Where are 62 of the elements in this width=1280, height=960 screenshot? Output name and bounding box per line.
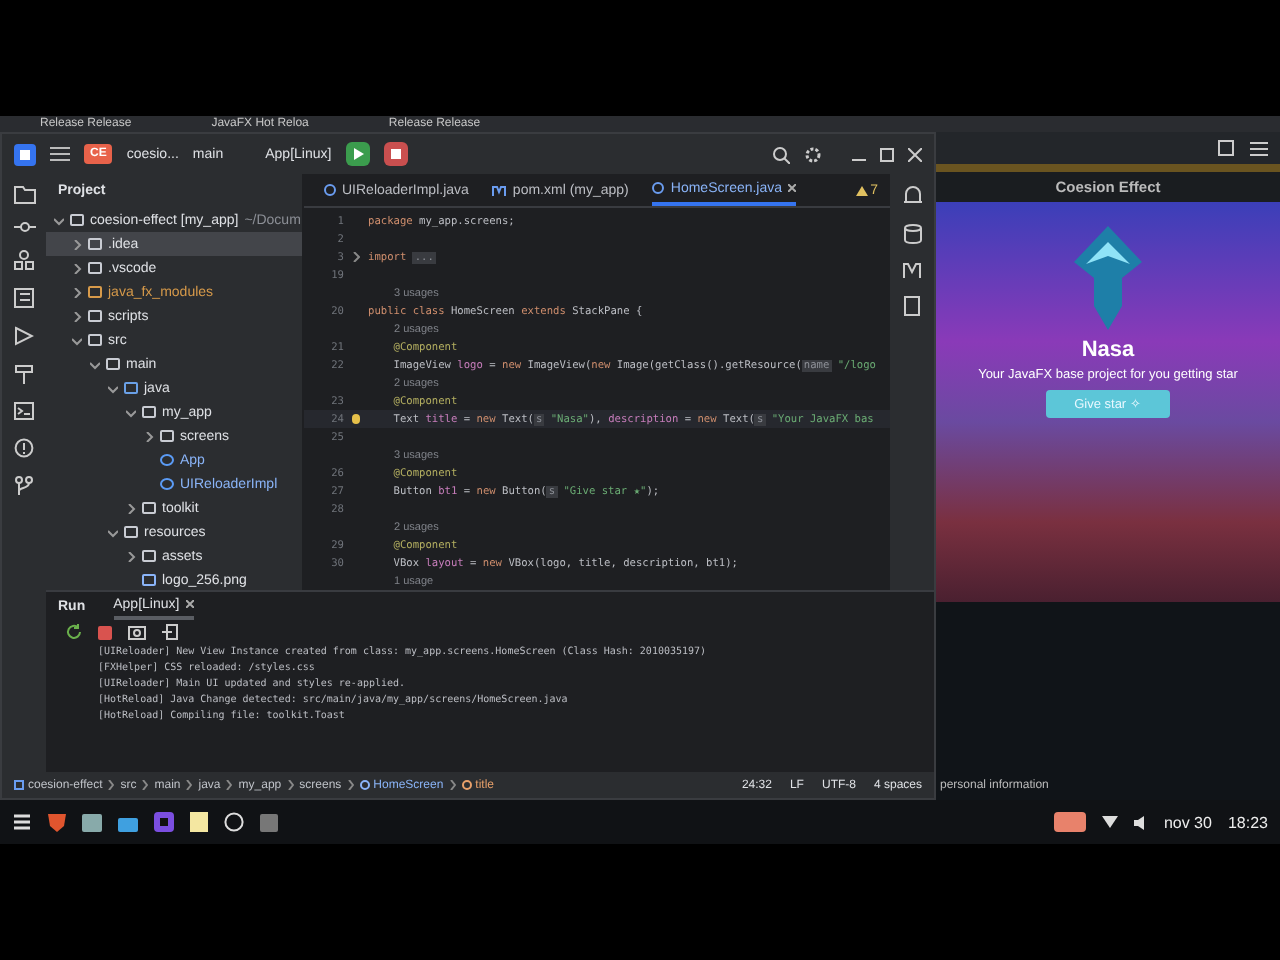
- lightbulb-icon[interactable]: [352, 414, 360, 424]
- maximize-icon[interactable]: [880, 147, 894, 161]
- chevron-icon: [108, 780, 115, 790]
- maven-file-icon: [492, 185, 507, 195]
- terminal-icon[interactable]: [14, 402, 34, 420]
- database-icon[interactable]: [903, 224, 921, 244]
- chevron-icon[interactable]: [54, 215, 64, 225]
- chevron-icon[interactable]: [72, 287, 82, 297]
- chevron-icon[interactable]: [108, 383, 118, 393]
- chevron-icon[interactable]: [72, 263, 82, 273]
- chevron-icon[interactable]: [144, 431, 154, 441]
- chevron-icon[interactable]: [126, 503, 136, 513]
- bell-icon[interactable]: [903, 186, 921, 206]
- run-icon[interactable]: [14, 326, 34, 346]
- class-icon: [359, 780, 370, 790]
- volume-icon[interactable]: [1133, 815, 1148, 829]
- folder-icon[interactable]: [13, 186, 35, 204]
- chevron-icon: [226, 780, 233, 790]
- stop-icon[interactable]: [98, 625, 112, 639]
- problems-icon[interactable]: [14, 438, 34, 458]
- class-icon: [324, 184, 336, 196]
- run-button[interactable]: [345, 142, 370, 166]
- field-icon: [461, 780, 472, 790]
- structure-icon[interactable]: [14, 288, 34, 308]
- commit-icon[interactable]: [13, 222, 35, 232]
- exit-icon[interactable]: [162, 624, 178, 640]
- chevron-icon[interactable]: [90, 359, 100, 369]
- maven-icon[interactable]: [902, 262, 922, 278]
- chevron-icon: [142, 780, 149, 790]
- chevron-icon[interactable]: [72, 311, 82, 321]
- close-icon[interactable]: [788, 184, 797, 192]
- git-branch-icon[interactable]: [14, 476, 34, 496]
- app-heading: Nasa: [1081, 338, 1135, 362]
- app-logo-icon: [14, 143, 36, 165]
- chevron-icon[interactable]: [108, 527, 118, 537]
- module-icon: [14, 780, 24, 790]
- chevron-icon: [347, 780, 354, 790]
- menu-icon[interactable]: [50, 146, 70, 162]
- chevron-icon[interactable]: [72, 239, 82, 249]
- launcher-icon[interactable]: [12, 812, 32, 832]
- stop-button[interactable]: [383, 142, 408, 166]
- date-text[interactable]: nov 30: [1163, 813, 1212, 831]
- chevron-icon[interactable]: [126, 407, 136, 417]
- document-icon[interactable]: [904, 296, 920, 316]
- ide-icon[interactable]: [154, 812, 174, 832]
- shapes-icon[interactable]: [14, 250, 34, 270]
- fold-chevron-icon[interactable]: [352, 252, 360, 262]
- settings-icon[interactable]: [804, 145, 822, 163]
- clock-text[interactable]: 18:23: [1227, 813, 1268, 831]
- chevron-icon[interactable]: [126, 551, 136, 561]
- chevron-icon: [287, 780, 294, 790]
- menu-icon[interactable]: [1250, 141, 1268, 155]
- class-icon: [652, 182, 665, 194]
- search-icon[interactable]: [772, 145, 790, 163]
- chevron-logo-icon: [1074, 226, 1142, 330]
- chevron-icon[interactable]: [72, 335, 82, 345]
- close-icon[interactable]: [185, 600, 194, 608]
- chevron-icon: [449, 780, 456, 790]
- camera-icon[interactable]: [128, 624, 146, 640]
- chevron-icon: [186, 780, 193, 790]
- close-icon[interactable]: [908, 147, 922, 161]
- rerun-icon[interactable]: [66, 624, 82, 640]
